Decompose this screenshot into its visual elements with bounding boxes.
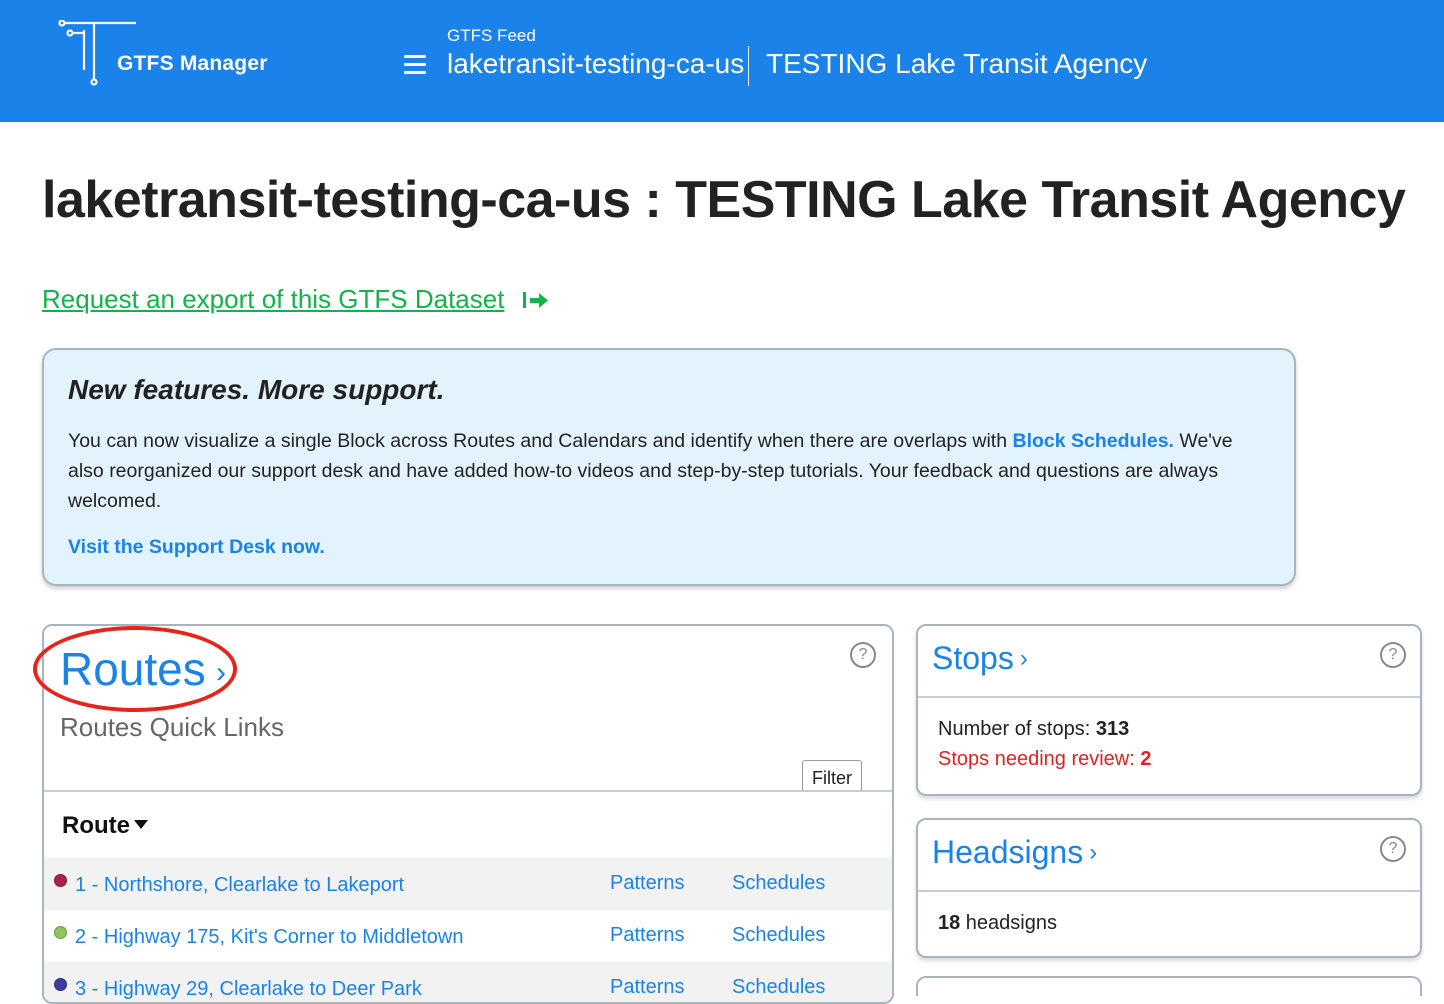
filter-button[interactable]: Filter bbox=[802, 760, 862, 792]
chevron-right-icon[interactable]: › bbox=[1020, 645, 1028, 672]
stops-count: Number of stops: 313 bbox=[938, 718, 1129, 741]
chevron-right-icon[interactable]: › bbox=[216, 656, 226, 690]
stops-divider bbox=[918, 696, 1420, 698]
routes-divider bbox=[44, 790, 892, 792]
route-row: 2 - Highway 175, Kit's Corner to Middlet… bbox=[44, 910, 892, 962]
page-title: laketransit-testing-ca-us : TESTING Lake… bbox=[42, 171, 1406, 229]
headsigns-card: Headsigns › ? 18 headsigns bbox=[916, 818, 1422, 958]
headsigns-count: 18 headsigns bbox=[938, 912, 1057, 935]
headsigns-title-link[interactable]: Headsigns › bbox=[932, 834, 1097, 871]
stops-count-value: 313 bbox=[1095, 718, 1130, 740]
announcement-banner: New features. More support. You can now … bbox=[42, 348, 1296, 586]
banner-text: You can now visualize a single Block acr… bbox=[68, 430, 1013, 452]
route-row: 1 - Northshore, Clearlake to Lakeport Pa… bbox=[44, 858, 892, 910]
banner-title: New features. More support. bbox=[68, 374, 445, 405]
route-column-header[interactable]: Route bbox=[62, 812, 130, 840]
export-arrow-icon[interactable] bbox=[522, 290, 550, 310]
route-schedules-link[interactable]: Schedules bbox=[732, 976, 825, 999]
headsigns-count-label: headsigns bbox=[960, 912, 1057, 934]
route-name-link[interactable]: 1 - Northshore, Clearlake to Lakeport bbox=[75, 874, 404, 897]
routes-card: Routes › Routes Quick Links ? Filter Rou… bbox=[42, 624, 894, 1004]
route-color-dot bbox=[54, 978, 67, 991]
route-patterns-link[interactable]: Patterns bbox=[610, 976, 684, 999]
support-desk-link[interactable]: Visit the Support Desk now. bbox=[68, 536, 325, 559]
chevron-right-icon[interactable]: › bbox=[1089, 839, 1097, 866]
export-dataset-link[interactable]: Request an export of this GTFS Dataset bbox=[42, 284, 504, 315]
headsigns-title[interactable]: Headsigns bbox=[932, 834, 1083, 870]
route-name-link[interactable]: 2 - Highway 175, Kit's Corner to Middlet… bbox=[75, 926, 463, 949]
stops-card: Stops › ? Number of stops: 313 Stops need… bbox=[916, 624, 1422, 796]
route-name-link[interactable]: 3 - Highway 29, Clearlake to Deer Park bbox=[75, 978, 422, 1001]
route-schedules-link[interactable]: Schedules bbox=[732, 924, 825, 947]
top-header-bar: GTFS Manager GTFS Feed laketransit-testi… bbox=[0, 0, 1444, 122]
route-patterns-link[interactable]: Patterns bbox=[610, 924, 684, 947]
headsigns-count-value: 18 bbox=[938, 912, 961, 934]
stops-count-label: Number of stops: bbox=[938, 718, 1096, 740]
routes-title-link[interactable]: Routes bbox=[60, 642, 206, 696]
header-divider bbox=[748, 46, 749, 86]
routes-subtitle: Routes Quick Links bbox=[60, 712, 284, 742]
help-icon[interactable]: ? bbox=[850, 642, 876, 668]
agency-name: TESTING Lake Transit Agency bbox=[766, 48, 1148, 79]
stops-review: Stops needing review: 2 bbox=[938, 748, 1151, 771]
sort-caret-icon[interactable] bbox=[134, 820, 148, 829]
route-schedules-link[interactable]: Schedules bbox=[732, 872, 825, 895]
stops-review-label: Stops needing review: bbox=[938, 748, 1141, 770]
route-patterns-link[interactable]: Patterns bbox=[610, 872, 684, 895]
route-row: 3 - Highway 29, Clearlake to Deer Park P… bbox=[44, 962, 892, 1002]
feed-id[interactable]: laketransit-testing-ca-us bbox=[447, 48, 744, 80]
stops-review-value: 2 bbox=[1140, 748, 1152, 770]
route-color-dot bbox=[54, 926, 67, 939]
block-schedules-link[interactable]: Block Schedules. bbox=[1012, 430, 1173, 452]
hamburger-menu-icon[interactable] bbox=[404, 55, 426, 75]
stops-title[interactable]: Stops bbox=[932, 640, 1014, 676]
route-color-dot bbox=[54, 874, 67, 887]
headsigns-divider bbox=[918, 890, 1420, 892]
banner-body: You can now visualize a single Block acr… bbox=[68, 426, 1268, 516]
feed-label: GTFS Feed bbox=[447, 26, 536, 45]
logo-text[interactable]: GTFS Manager bbox=[117, 52, 268, 76]
help-icon[interactable]: ? bbox=[1380, 642, 1406, 668]
next-card-peek bbox=[916, 976, 1422, 996]
help-icon[interactable]: ? bbox=[1380, 836, 1406, 862]
stops-title-link[interactable]: Stops › bbox=[932, 640, 1028, 677]
